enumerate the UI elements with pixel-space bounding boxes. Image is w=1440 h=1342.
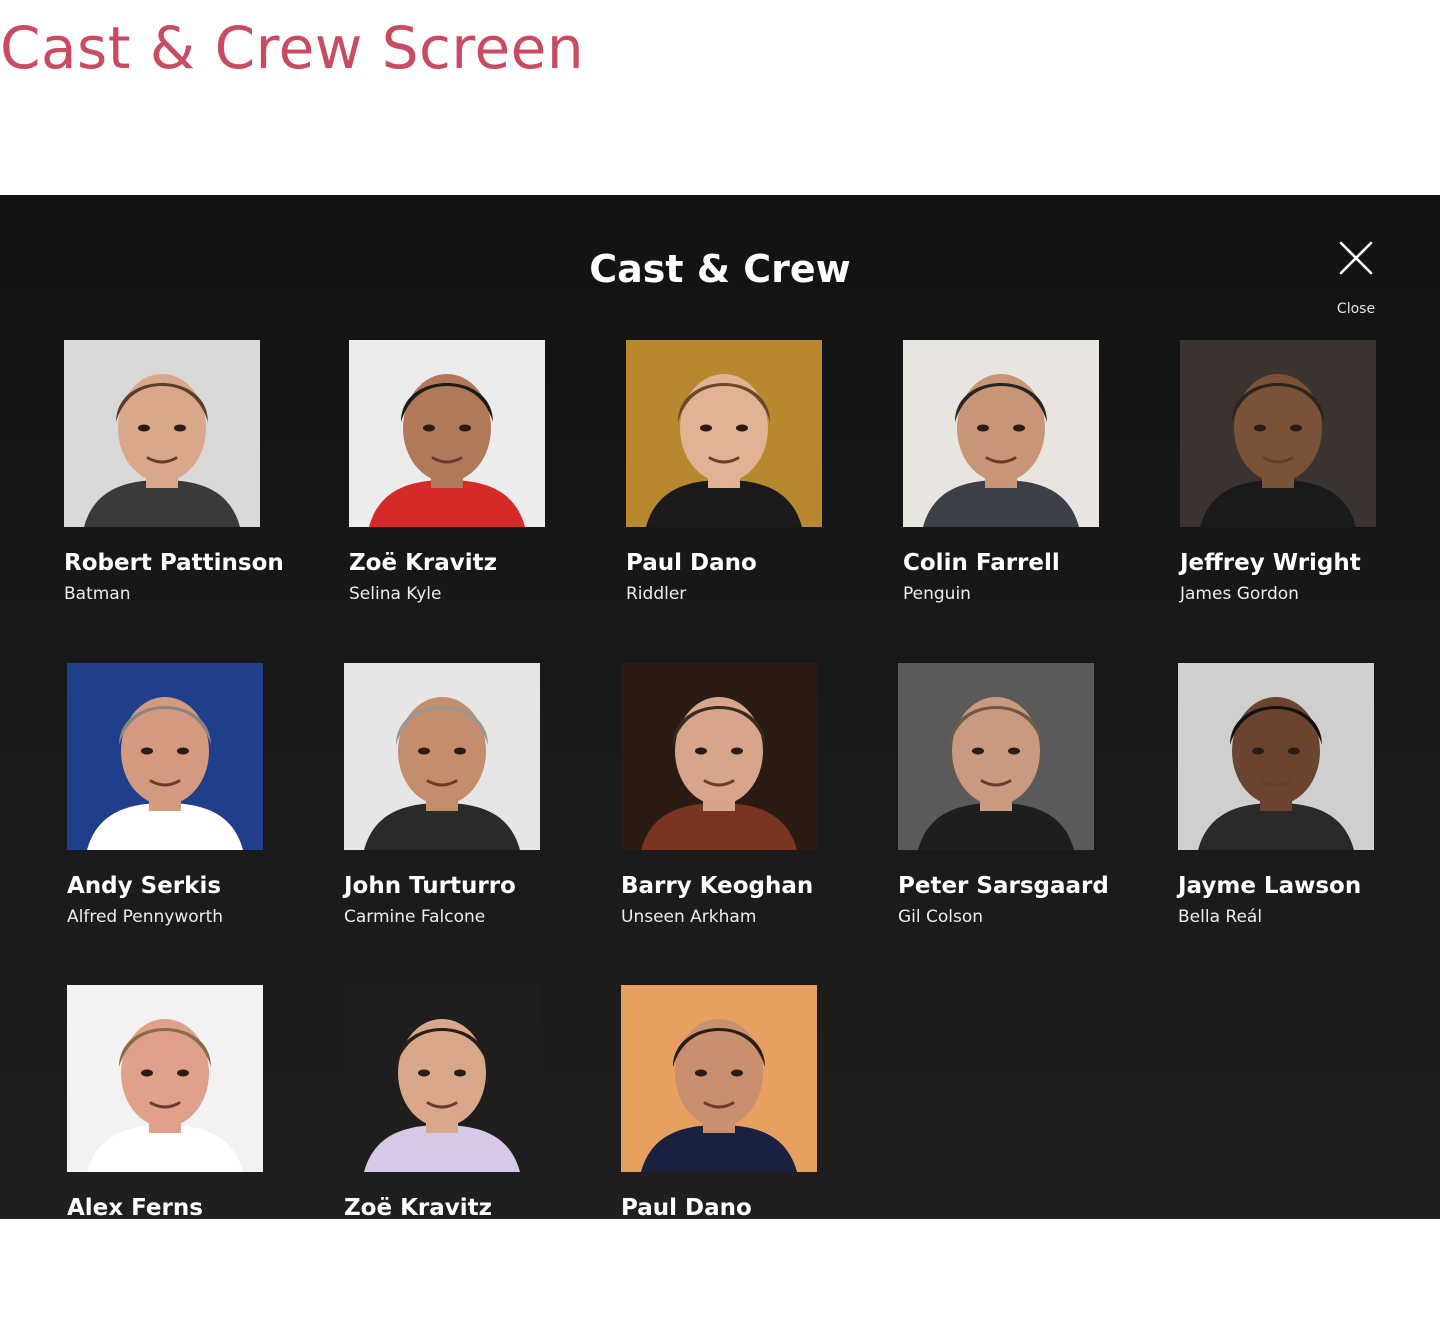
cast-card[interactable]: Paul Dano xyxy=(621,985,851,1219)
character-name: Batman xyxy=(64,584,131,604)
character-name: James Gordon xyxy=(1180,584,1299,604)
actor-name: Jeffrey Wright xyxy=(1180,550,1361,576)
actor-photo xyxy=(344,985,540,1172)
cast-card[interactable]: Paul Dano Riddler xyxy=(626,340,856,606)
close-icon xyxy=(1339,241,1373,275)
actor-name: Colin Farrell xyxy=(903,550,1060,576)
cast-card[interactable]: Jeffrey Wright James Gordon xyxy=(1180,340,1410,606)
actor-name: Jayme Lawson xyxy=(1178,873,1362,899)
actor-name: Paul Dano xyxy=(626,550,757,576)
modal-title: Cast & Crew xyxy=(589,247,851,291)
character-name: Carmine Falcone xyxy=(344,907,486,927)
cast-card[interactable]: Peter Sarsgaard Gil Colson xyxy=(898,663,1128,929)
character-name: Selina Kyle xyxy=(349,584,442,604)
character-name: Gil Colson xyxy=(898,907,984,927)
close-button[interactable]: Close xyxy=(1316,235,1396,321)
actor-name: Alex Ferns xyxy=(67,1195,203,1219)
actor-name: Paul Dano xyxy=(621,1195,752,1219)
actor-name: Barry Keoghan xyxy=(621,873,814,899)
actor-name: Robert Pattinson xyxy=(64,550,284,576)
character-name: Penguin xyxy=(903,584,971,604)
character-name: Unseen Arkham xyxy=(621,907,757,927)
page-heading: Cast & Crew Screen xyxy=(0,14,585,82)
actor-photo xyxy=(64,340,260,527)
actor-name: John Turturro xyxy=(344,873,516,899)
actor-photo xyxy=(344,663,540,850)
actor-photo xyxy=(621,985,817,1172)
actor-name: Andy Serkis xyxy=(67,873,222,899)
cast-card[interactable]: Jayme Lawson Bella Reál xyxy=(1178,663,1408,929)
actor-photo xyxy=(67,985,263,1172)
cast-card[interactable]: Zoë Kravitz xyxy=(344,985,574,1219)
cast-card[interactable]: Colin Farrell Penguin xyxy=(903,340,1133,606)
character-name: Alfred Pennyworth xyxy=(67,907,224,927)
cast-card[interactable]: John Turturro Carmine Falcone xyxy=(344,663,574,929)
actor-name: Zoë Kravitz xyxy=(344,1195,493,1219)
actor-photo xyxy=(903,340,1099,527)
actor-photo xyxy=(898,663,1094,850)
actor-photo xyxy=(1178,663,1374,850)
close-label: Close xyxy=(1336,301,1376,317)
actor-name: Peter Sarsgaard xyxy=(898,873,1109,899)
cast-card[interactable]: Alex Ferns xyxy=(67,985,297,1219)
cast-card[interactable]: Barry Keoghan Unseen Arkham xyxy=(621,663,851,929)
cast-card[interactable]: Andy Serkis Alfred Pennyworth xyxy=(67,663,297,929)
cast-card[interactable]: Robert Pattinson Batman xyxy=(64,340,294,606)
actor-photo xyxy=(1180,340,1376,527)
actor-photo xyxy=(621,663,817,850)
actor-photo xyxy=(349,340,545,527)
cast-crew-modal: Cast & Crew Close Robert Pattinson Batman… xyxy=(0,195,1440,1219)
actor-name: Zoë Kravitz xyxy=(349,550,498,576)
actor-photo xyxy=(67,663,263,850)
actor-photo xyxy=(626,340,822,527)
cast-card[interactable]: Zoë Kravitz Selina Kyle xyxy=(349,340,579,606)
character-name: Riddler xyxy=(626,584,687,604)
character-name: Bella Reál xyxy=(1178,907,1263,927)
